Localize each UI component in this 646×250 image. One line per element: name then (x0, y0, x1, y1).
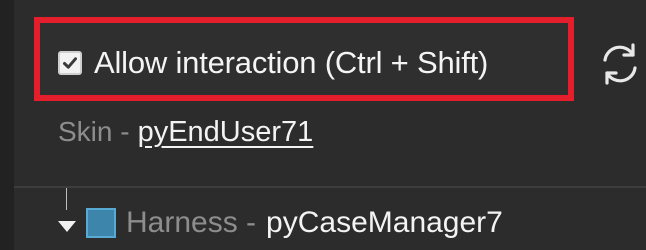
allow-interaction-label[interactable]: Allow interaction (Ctrl + Shift) (94, 45, 488, 81)
harness-name[interactable]: pyCaseManager7 (266, 206, 503, 240)
skin-label: Skin - (58, 116, 130, 147)
refresh-icon[interactable] (596, 40, 644, 88)
skin-link[interactable]: pyEndUser71 (138, 116, 314, 149)
allow-interaction-checkbox[interactable] (58, 51, 82, 75)
harness-icon (86, 208, 116, 238)
left-edge-strip (0, 0, 14, 250)
expand-triangle-icon[interactable] (58, 220, 76, 232)
checkmark-icon (63, 57, 77, 69)
harness-label: Harness - (126, 206, 257, 239)
harness-tree-node[interactable]: Harness - pyCaseManager7 (58, 196, 503, 250)
inspector-panel: Allow interaction (Ctrl + Shift) Skin - … (0, 0, 646, 250)
skin-row: Skin - pyEndUser71 (58, 116, 313, 149)
section-divider (14, 186, 646, 188)
allow-interaction-row[interactable]: Allow interaction (Ctrl + Shift) (58, 43, 488, 83)
